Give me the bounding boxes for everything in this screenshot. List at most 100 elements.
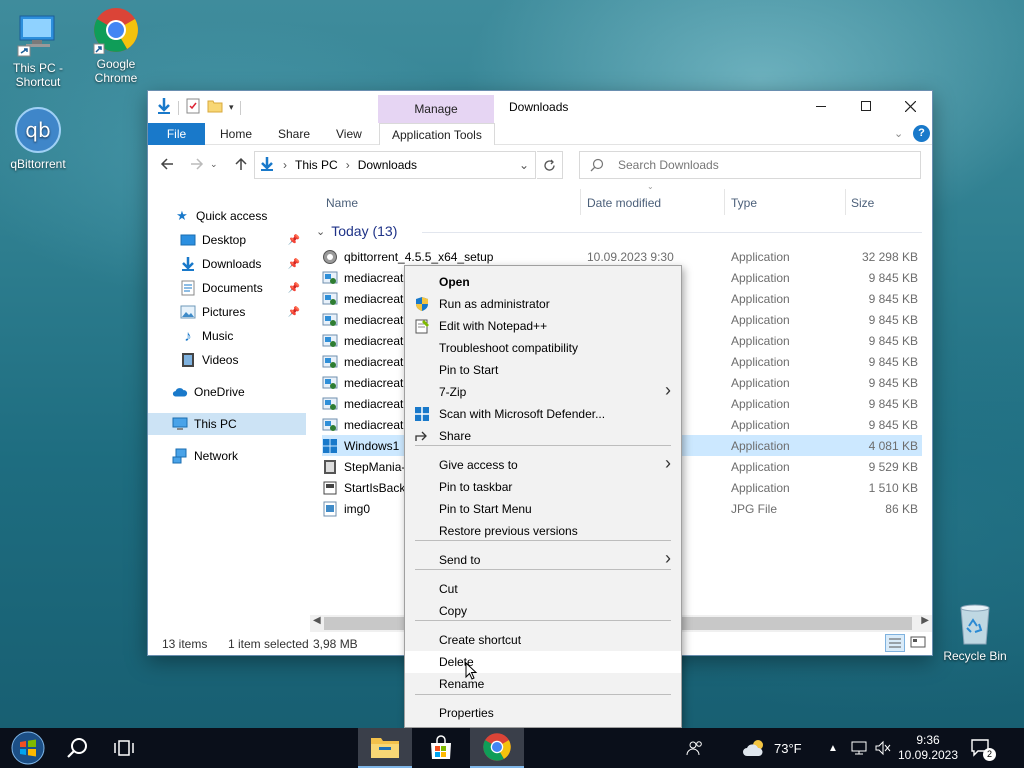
nav-label: Pictures	[202, 305, 246, 319]
menu-item-delete[interactable]: Delete	[405, 651, 681, 673]
close-button[interactable]	[887, 91, 933, 121]
scroll-right-icon[interactable]: ▶	[921, 615, 929, 626]
weather-cloud-icon	[743, 740, 763, 756]
nav-music[interactable]: ♪ Music	[148, 325, 306, 347]
tab-file[interactable]: File	[148, 123, 205, 145]
menu-item-troubleshoot-compatibility[interactable]: Troubleshoot compatibility	[405, 337, 681, 359]
expand-ribbon-icon[interactable]: ⌄	[894, 127, 903, 140]
forward-button[interactable]	[190, 157, 204, 174]
people-button[interactable]	[686, 728, 704, 768]
nav-onedrive[interactable]: OneDrive	[148, 381, 306, 403]
menu-item-properties[interactable]: Properties	[405, 702, 681, 724]
taskbar-file-explorer[interactable]	[358, 728, 412, 768]
search-box[interactable]: Search Downloads	[579, 151, 921, 179]
menu-item-label: Properties	[439, 706, 494, 720]
breadcrumb-this-pc[interactable]: This PC	[295, 158, 338, 172]
menu-item-pin-to-taskbar[interactable]: Pin to taskbar	[405, 476, 681, 498]
volume-button[interactable]	[874, 728, 892, 768]
menu-item-give-access-to[interactable]: Give access to ›	[405, 453, 681, 476]
menu-item-pin-to-start-menu[interactable]: Pin to Start Menu	[405, 498, 681, 520]
taskbar-microsoft-store[interactable]	[416, 728, 466, 768]
desktop-icon-qbittorrent[interactable]: qb qBittorrent	[0, 106, 76, 171]
search-input[interactable]: Search Downloads	[618, 158, 719, 172]
menu-item-rename[interactable]: Rename	[405, 673, 681, 695]
address-dropdown-icon[interactable]: ⌄	[519, 158, 529, 172]
column-header-type[interactable]: Type	[731, 191, 757, 215]
nav-quick-access[interactable]: ★ Quick access	[148, 205, 306, 227]
videos-icon	[180, 352, 196, 368]
column-header-name[interactable]: Name	[326, 191, 358, 215]
menu-item-run-as-administrator[interactable]: Run as administrator	[405, 293, 681, 315]
clock[interactable]: 9:36 10.09.2023	[898, 728, 958, 768]
column-header-date[interactable]: Date modified	[587, 191, 661, 215]
nav-network[interactable]: Network	[148, 445, 306, 467]
back-button[interactable]	[160, 157, 174, 174]
tab-home[interactable]: Home	[208, 123, 264, 145]
menu-item-restore-previous-versions[interactable]: Restore previous versions	[405, 520, 681, 542]
image-file-icon	[322, 501, 338, 517]
menu-item-7-zip[interactable]: 7-Zip ›	[405, 380, 681, 403]
tab-application-tools[interactable]: Application Tools	[379, 123, 495, 145]
pin-icon: 📌	[287, 258, 300, 270]
selection-size: 3,98 MB	[313, 637, 358, 651]
network-status-button[interactable]	[850, 728, 868, 768]
customize-toolbar-icon[interactable]: ▾	[229, 102, 234, 113]
column-header-size[interactable]: Size	[851, 191, 874, 215]
help-icon[interactable]: ?	[913, 125, 930, 142]
scroll-left-icon[interactable]: ◀	[313, 615, 321, 626]
new-folder-icon[interactable]	[207, 98, 223, 117]
desktop-icon-this-pc[interactable]: This PC - Shortcut	[0, 10, 76, 89]
group-header-today[interactable]: ⌄ Today (13)	[316, 223, 397, 239]
search-button[interactable]	[56, 728, 100, 768]
action-center-button[interactable]: 2	[970, 728, 996, 768]
address-bar[interactable]: › This PC › Downloads ⌄	[254, 151, 536, 179]
search-icon	[590, 158, 604, 172]
menu-item-cut[interactable]: Cut	[405, 578, 681, 600]
nav-pictures[interactable]: Pictures 📌	[148, 301, 306, 323]
nav-documents[interactable]: Documents 📌	[148, 277, 306, 299]
menu-item-create-shortcut[interactable]: Create shortcut	[405, 629, 681, 651]
desktop-icon-chrome[interactable]: Google Chrome	[78, 6, 154, 85]
nav-downloads[interactable]: Downloads 📌	[148, 253, 306, 275]
item-count: 13 items	[162, 637, 208, 651]
menu-item-share[interactable]: Share	[405, 425, 681, 447]
show-hidden-icons-button[interactable]: ▲	[828, 728, 838, 768]
menu-item-edit-with-notepad[interactable]: Edit with Notepad++	[405, 315, 681, 337]
file-size: 9 845 KB	[868, 270, 918, 285]
menu-item-open[interactable]: Open	[405, 271, 681, 293]
nav-this-pc[interactable]: This PC	[148, 413, 306, 435]
large-icons-view-icon[interactable]	[910, 635, 926, 652]
menu-item-pin-to-start[interactable]: Pin to Start	[405, 359, 681, 381]
details-view-icon[interactable]	[885, 634, 905, 652]
recent-locations-button[interactable]: ⌄	[210, 159, 218, 170]
notepad-plus-plus-icon	[414, 318, 430, 334]
menu-item-copy[interactable]: Copy	[405, 600, 681, 622]
file-type: Application	[731, 249, 790, 264]
table-row[interactable]: qbittorrent_4.5.5_x64_setup 10.09.2023 9:…	[322, 246, 922, 267]
file-size: 9 845 KB	[868, 375, 918, 390]
nav-videos[interactable]: Videos	[148, 349, 306, 371]
task-view-button[interactable]	[102, 728, 146, 768]
minimize-button[interactable]	[798, 91, 844, 121]
breadcrumb-downloads[interactable]: Downloads	[358, 158, 417, 172]
refresh-button[interactable]	[537, 151, 563, 179]
computer-icon	[14, 10, 62, 58]
tab-view[interactable]: View	[324, 123, 374, 145]
up-button[interactable]	[234, 157, 248, 174]
tab-share[interactable]: Share	[266, 123, 322, 145]
file-size: 9 845 KB	[868, 333, 918, 348]
menu-item-send-to[interactable]: Send to ›	[405, 548, 681, 571]
menu-item-scan-with-defender[interactable]: Scan with Microsoft Defender...	[405, 403, 681, 425]
manage-contextual-tab[interactable]: Manage	[378, 95, 494, 123]
weather-widget[interactable]: 73°F	[742, 728, 802, 768]
taskbar-chrome[interactable]	[470, 728, 524, 768]
properties-icon[interactable]	[185, 98, 201, 117]
file-name: mediacreat	[344, 312, 404, 327]
svg-text:qb: qb	[25, 118, 50, 142]
desktop-icon-recycle-bin[interactable]: Recycle Bin	[937, 602, 1013, 663]
breadcrumb-separator-icon: ›	[283, 158, 287, 172]
start-button[interactable]	[2, 728, 54, 768]
nav-desktop[interactable]: Desktop 📌	[148, 229, 306, 251]
maximize-button[interactable]	[843, 91, 889, 121]
pictures-icon	[180, 304, 196, 320]
